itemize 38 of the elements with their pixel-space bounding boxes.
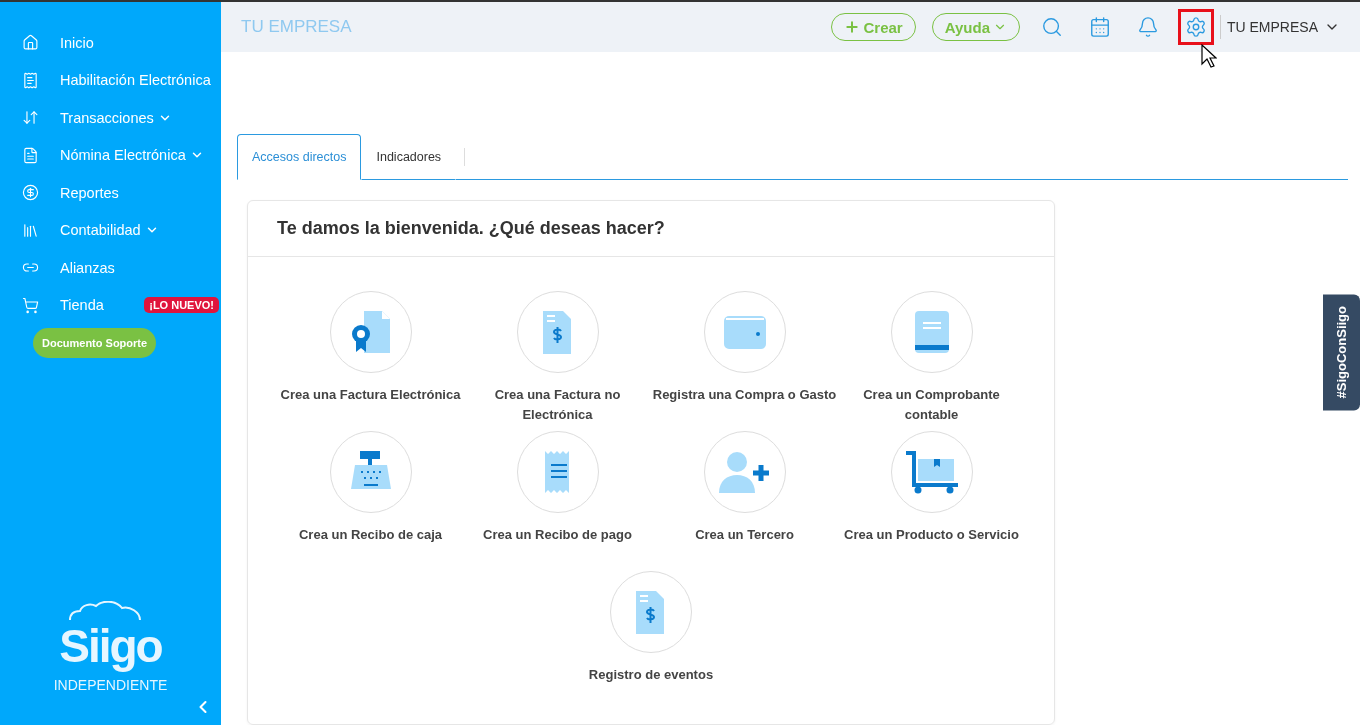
side-tab[interactable]: #SigoConSiigo — [1323, 294, 1360, 411]
sidebar-item-label: Reportes — [60, 184, 119, 201]
home-icon — [22, 34, 39, 52]
shortcut-label[interactable]: Crea un Recibo de caja — [298, 525, 443, 545]
dollar-coin-icon — [22, 184, 39, 202]
sidebar-item-label: Transacciones — [60, 109, 154, 126]
sidebar-item-label: Inicio — [60, 34, 94, 51]
shortcut-label[interactable]: Crea un Comprobante contable — [838, 385, 1025, 425]
shortcut-label[interactable]: Crea un Producto o Servicio — [844, 525, 1019, 545]
sidebar-item-label: Nómina Electrónica — [60, 147, 186, 164]
company-name: TU EMPRESA — [241, 17, 352, 37]
arrows-icon — [22, 109, 39, 127]
new-badge: ¡LO NUEVO! — [144, 297, 219, 314]
shortcut-label[interactable]: Crea un Tercero — [695, 525, 794, 545]
calendar-icon — [1089, 16, 1111, 38]
sidebar-item-label: Contabilidad — [60, 222, 141, 239]
shortcut-label[interactable]: Crea un Recibo de pago — [483, 525, 632, 545]
sidebar-item[interactable]: Tienda ¡LO NUEVO! — [0, 286, 221, 324]
card-title: Te damos la bienvenida. ¿Qué deseas hacer? — [248, 201, 1054, 257]
shortcut-label[interactable]: Crea una Factura Electrónica — [280, 385, 461, 405]
books-icon — [22, 221, 39, 239]
sidebar-item-label: Habilitación Electrónica — [60, 72, 211, 89]
logo-subtitle: INDEPENDIENTE — [53, 677, 168, 693]
shortcut-label[interactable]: Registra una Compra o Gasto — [652, 385, 837, 405]
tab[interactable]: Accesos directos — [237, 134, 362, 180]
receipt-icon — [22, 71, 39, 89]
mouse-cursor-icon — [1201, 44, 1217, 68]
shortcut-label[interactable]: Registro de eventos — [588, 665, 714, 685]
sidebar-item-label: Tienda — [60, 297, 104, 314]
bell-icon — [1137, 16, 1159, 38]
sidebar-item-label: Alianzas — [60, 259, 115, 276]
document-icon — [22, 146, 39, 164]
cart-icon — [22, 296, 39, 314]
settings-icon — [1185, 16, 1207, 38]
shortcut-label[interactable]: Crea una Factura no Electrónica — [464, 385, 651, 425]
settings-button[interactable] — [1178, 9, 1214, 45]
search-icon — [1041, 16, 1063, 38]
account-menu[interactable]: TU EMPRESA — [1220, 15, 1340, 39]
